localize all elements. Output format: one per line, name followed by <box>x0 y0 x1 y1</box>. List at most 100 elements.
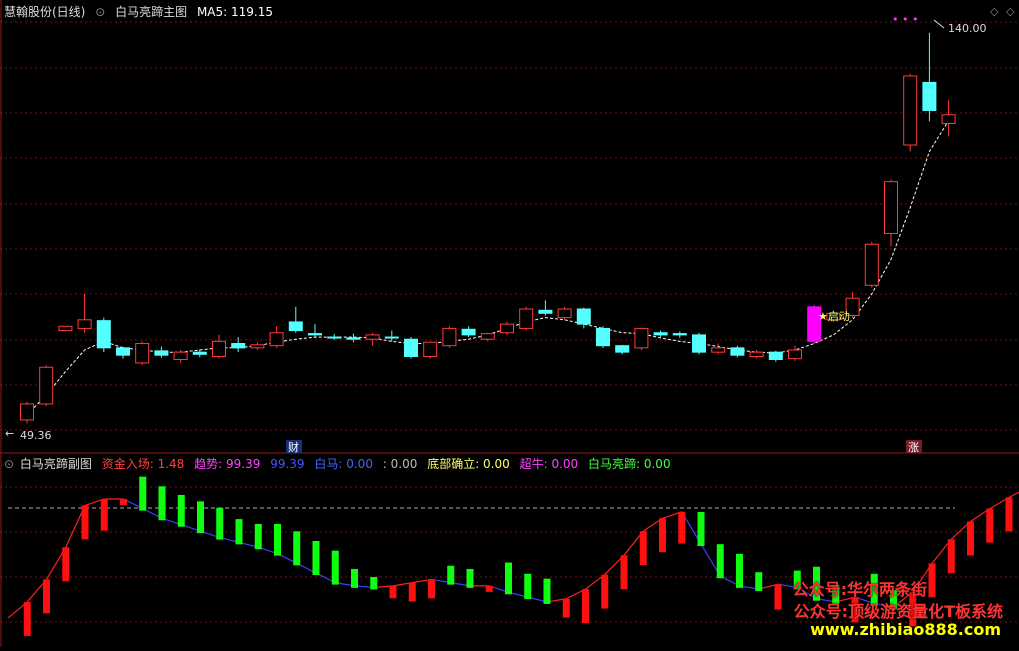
trend-bar <box>331 550 339 585</box>
trend-bar <box>351 568 358 588</box>
main-indicator-name[interactable]: 白马亮蹄主图 <box>115 5 187 19</box>
trend-bar <box>81 505 89 540</box>
candle-body <box>423 341 438 357</box>
candle-body <box>788 349 802 360</box>
candle-body <box>346 337 361 340</box>
bull-label: 超牛: 0.00 <box>519 457 579 471</box>
trend-bar <box>1005 497 1013 532</box>
candle-body <box>365 334 380 340</box>
stock-name[interactable]: 慧翰股份(日线) <box>4 5 85 19</box>
watermark-line1: 公众号:华尔两条街 <box>792 580 927 599</box>
trend-bar <box>177 494 185 527</box>
watermark-line2: 公众号:顶级游资量化T板系统 <box>793 602 1003 621</box>
trend-bar <box>62 547 70 582</box>
candle-body <box>864 243 879 286</box>
candle-body <box>653 332 668 336</box>
diamond-icon[interactable]: ◇ <box>990 5 999 18</box>
trend-bar <box>23 601 31 636</box>
candle-body <box>768 351 783 360</box>
candle-body <box>711 347 726 353</box>
main-grid <box>0 21 1019 431</box>
event-left-label: 财 <box>288 440 299 454</box>
candle-body <box>288 321 303 332</box>
candle-body <box>596 327 610 347</box>
trend-bar <box>505 562 512 595</box>
candle-body <box>941 114 956 124</box>
signal-label: ★启动 <box>818 310 850 323</box>
trend-bar <box>408 582 416 602</box>
trend-bar <box>947 539 955 574</box>
candle-body <box>77 319 92 329</box>
trend-bar <box>389 585 397 599</box>
candle-body <box>538 309 553 314</box>
trend-bar <box>216 507 224 540</box>
top-marker: • • • <box>892 13 918 26</box>
event-right-label: 涨 <box>908 441 919 454</box>
trend-bar <box>562 598 570 618</box>
trend-bar <box>524 573 532 600</box>
candle-body <box>269 332 284 347</box>
trend-bar <box>312 540 320 575</box>
trend-bar <box>582 589 589 624</box>
trend-bar <box>447 565 455 585</box>
watermark-line3: www.zhibiao888.com <box>810 620 1001 639</box>
trend-bar <box>235 519 243 545</box>
trend-bar <box>716 544 724 579</box>
trend-bar <box>620 555 628 590</box>
candle-body <box>922 81 937 111</box>
trend-bar <box>967 521 974 556</box>
candle-body <box>135 343 150 364</box>
high-label: 140.00 <box>948 22 987 35</box>
candle-body <box>212 340 226 357</box>
trend-bar <box>428 579 435 599</box>
candle-body <box>903 75 918 146</box>
trend-label: 趋势: 99.39 <box>194 457 261 471</box>
sub-indicator-name[interactable]: 白马亮蹄副图 <box>20 457 92 471</box>
chart-canvas[interactable]: 140.00 49.36 ← ★启动 • • • 财 涨 ◇ ◇ <box>0 0 1019 647</box>
candle-body <box>730 347 745 356</box>
sub-header: ⊙ 白马亮蹄副图 资金入场: 1.48 趋势: 99.39 99.39 白马: … <box>4 455 677 472</box>
candle-body <box>58 325 73 332</box>
candle-body <box>442 327 457 347</box>
trend-bar <box>139 476 147 511</box>
bottom-label: 底部确立: 0.00 <box>427 457 510 471</box>
colon-label: : 0.00 <box>382 457 418 471</box>
trend-bar <box>466 568 474 588</box>
fund-label: 资金入场: 1.48 <box>101 457 185 471</box>
trend-bar <box>678 511 686 544</box>
candle-body <box>557 308 572 319</box>
expand-icon[interactable]: ◇ <box>1006 5 1015 18</box>
high-pointer <box>933 19 945 29</box>
candle-body <box>672 333 687 336</box>
candle-body <box>173 351 188 360</box>
trend-bar <box>370 577 378 590</box>
main-indicator-dot-icon[interactable]: ⊙ <box>95 5 105 19</box>
candle-body <box>749 351 764 357</box>
sub-indicator-dot-icon[interactable]: ⊙ <box>4 457 14 471</box>
trend-bar <box>485 585 493 592</box>
candle-body <box>327 336 342 339</box>
candle-body <box>461 328 476 336</box>
candlestick-series <box>20 32 956 424</box>
trend-bar <box>43 579 50 614</box>
candle-body <box>500 323 514 334</box>
trend-bar <box>100 498 108 531</box>
candle-body <box>404 338 418 357</box>
candle-body <box>192 351 207 355</box>
candle-body <box>576 308 591 325</box>
trend-bar <box>736 553 743 588</box>
trend-bar <box>254 523 262 550</box>
trend-bar <box>755 572 763 592</box>
trend-bar <box>293 531 301 566</box>
candle-body <box>384 336 399 339</box>
main-header: 慧翰股份(日线) ⊙ 白马亮蹄主图 MA5: 119.15 <box>4 3 279 20</box>
trend-bar <box>158 486 166 521</box>
candle-body <box>231 343 246 349</box>
chart-window[interactable]: 140.00 49.36 ← ★启动 • • • 财 涨 ◇ ◇ 慧翰股份(日线… <box>0 0 1019 647</box>
candle-body <box>154 350 169 356</box>
low-arrow-icon: ← <box>5 427 14 440</box>
candle-body <box>884 181 898 234</box>
trend-bar <box>197 501 204 534</box>
trend-bar <box>639 531 647 566</box>
trend-bar <box>986 508 994 543</box>
